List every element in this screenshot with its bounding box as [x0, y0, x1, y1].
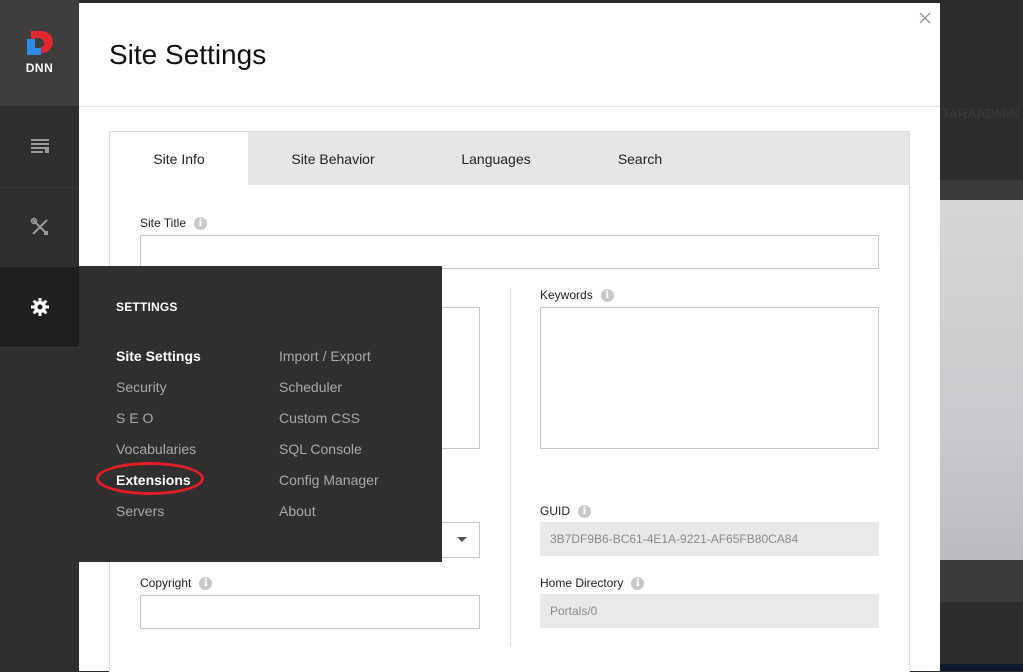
menu-item-security[interactable]: Security [116, 377, 201, 408]
site-title-label-text: Site Title [140, 216, 187, 230]
guid-field: 3B7DF9B6-BC61-4E1A-9221-AF65FB80CA84 [540, 522, 879, 556]
menu-item-import-export[interactable]: Import / Export [279, 346, 379, 377]
menu-item-sql-console[interactable]: SQL Console [279, 439, 379, 470]
tab-search[interactable]: Search [574, 132, 706, 185]
home-directory-label: Home Directory i [540, 576, 645, 590]
background-username[interactable]: TARAADMIN [942, 106, 1019, 121]
background-banner [940, 180, 1023, 200]
content-icon [30, 139, 49, 153]
persona-settings-button[interactable] [0, 267, 79, 348]
tools-icon [30, 217, 48, 235]
settings-flyout-menu: SETTINGS Site Settings Security S E O Vo… [79, 266, 442, 562]
dnn-logo-text: DNN [25, 61, 54, 75]
home-directory-field: Portals/0 [540, 594, 879, 628]
copyright-input[interactable] [140, 595, 480, 629]
copyright-label: Copyright i [140, 576, 213, 590]
tab-bar: Site Info Site Behavior Languages Search [110, 132, 909, 185]
flyout-right-column: Import / Export Scheduler Custom CSS SQL… [279, 346, 379, 532]
info-icon[interactable]: i [600, 288, 614, 302]
background-footer-strip [940, 560, 1023, 602]
info-icon[interactable]: i [199, 576, 213, 590]
keywords-label-text: Keywords [540, 288, 593, 302]
info-icon[interactable]: i [194, 216, 208, 230]
background-image [940, 200, 1023, 600]
menu-item-about[interactable]: About [279, 501, 379, 532]
guid-label: GUID i [540, 504, 591, 518]
highlight-ellipse-annotation [96, 462, 204, 495]
modal-header: Site Settings [79, 3, 940, 107]
copyright-label-text: Copyright [140, 576, 192, 590]
tab-site-behavior[interactable]: Site Behavior [248, 132, 418, 185]
site-title-input[interactable] [140, 235, 879, 269]
guid-label-text: GUID [540, 504, 570, 518]
site-title-label: Site Title i [140, 216, 208, 230]
menu-item-servers[interactable]: Servers [116, 501, 201, 532]
keywords-label: Keywords i [540, 288, 614, 302]
dnn-logo[interactable]: DNN [0, 0, 79, 106]
page-title: Site Settings [109, 39, 267, 70]
tab-site-info[interactable]: Site Info [110, 132, 248, 185]
dnn-logo-icon [26, 31, 53, 57]
flyout-left-column: Site Settings Security S E O Vocabularie… [116, 346, 201, 532]
close-icon[interactable] [918, 11, 932, 25]
info-icon[interactable]: i [578, 504, 591, 518]
menu-item-scheduler[interactable]: Scheduler [279, 377, 379, 408]
column-divider [510, 288, 511, 646]
home-directory-label-text: Home Directory [540, 576, 624, 590]
menu-item-seo[interactable]: S E O [116, 408, 201, 439]
keywords-textarea[interactable] [540, 307, 879, 449]
flyout-title: SETTINGS [116, 300, 178, 314]
persona-content-button[interactable] [0, 107, 79, 188]
persona-tools-button[interactable] [0, 187, 79, 268]
menu-item-custom-css[interactable]: Custom CSS [279, 408, 379, 439]
gear-icon [30, 298, 49, 316]
info-icon[interactable]: i [631, 576, 645, 590]
persona-bar: DNN [0, 0, 79, 671]
chevron-down-icon [457, 537, 467, 542]
menu-item-config-manager[interactable]: Config Manager [279, 470, 379, 501]
menu-item-site-settings[interactable]: Site Settings [116, 346, 201, 377]
tab-languages[interactable]: Languages [418, 132, 574, 185]
